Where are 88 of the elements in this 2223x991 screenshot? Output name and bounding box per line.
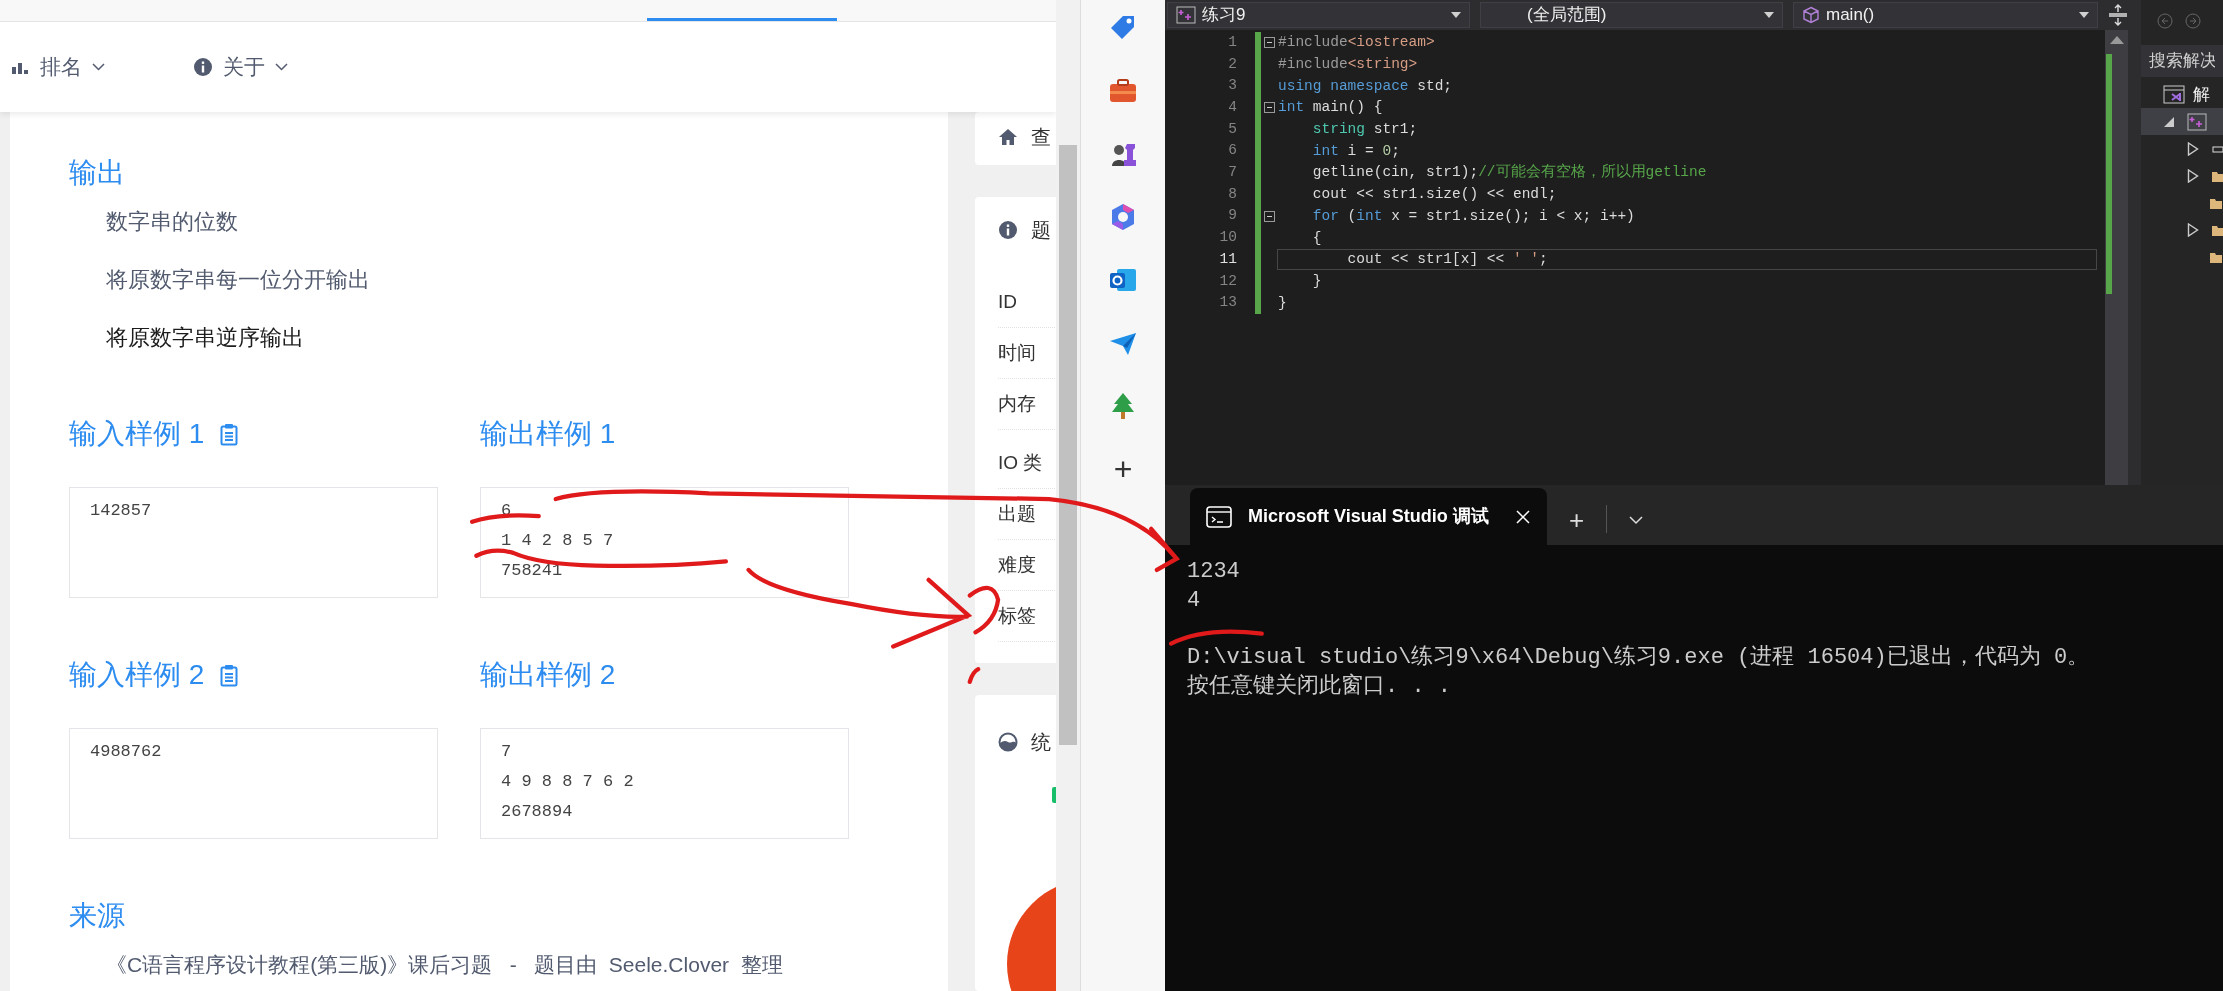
annotation-scribble — [967, 667, 981, 685]
add-button[interactable]: + — [1113, 453, 1133, 485]
sample-heading: 输出样例 1 — [480, 417, 616, 451]
nav-menu-item[interactable]: 排名 — [12, 47, 105, 87]
split-icon[interactable] — [2108, 4, 2128, 26]
line-number: 13 — [1218, 293, 1238, 313]
back-icon[interactable] — [2157, 13, 2173, 29]
code-line: using namespace std; — [1277, 76, 1454, 96]
console-line: D:\visual studio\练习9\x64\Debug\练习9.exe (进程 16504)已退出，代码为 0。 — [1187, 644, 2091, 672]
card-title: 统 — [1031, 730, 1051, 755]
bar-chart-icon — [12, 60, 30, 74]
code-line: string str1; — [1311, 120, 1419, 140]
clipboard-icon[interactable] — [220, 422, 239, 446]
info-icon — [998, 220, 1018, 240]
chevron-down-icon — [275, 63, 288, 71]
code-line: } — [1277, 293, 1288, 313]
card-title: 题 — [1031, 218, 1051, 243]
line-number: 9 — [1227, 206, 1238, 226]
line-number: 12 — [1218, 271, 1238, 291]
sample-output: 7 4 9 8 8 7 6 2 2678894 — [480, 728, 849, 839]
solution-icon — [2163, 85, 2185, 105]
nav-menu-item[interactable]: 关于 — [193, 47, 288, 87]
section-heading: 输出 — [69, 156, 126, 190]
scroll-up-icon[interactable] — [2109, 36, 2124, 44]
collapsed-arrow-icon[interactable] — [2187, 141, 2199, 156]
code-line: getline(cin, str1);//可能会有空格，所以用getline — [1311, 162, 1708, 183]
annotation-scribble — [469, 513, 541, 524]
console-line: 4 — [1187, 587, 1202, 615]
clipboard-icon[interactable] — [220, 663, 239, 687]
project-icon — [2187, 112, 2207, 131]
solution-label: 解 — [2193, 84, 2210, 107]
collapsed-arrow-icon[interactable] — [2187, 222, 2199, 237]
code-line: int main() { — [1277, 98, 1384, 118]
dropdown-arrow-icon[interactable] — [1451, 12, 1461, 18]
sample-heading: 输入样例 2 — [69, 658, 205, 692]
home-icon — [998, 128, 1018, 146]
line-number: 2 — [1227, 54, 1238, 74]
scrollbar-thumb[interactable] — [1059, 145, 1077, 745]
new-tab-button[interactable]: + — [1561, 495, 1593, 545]
dropdown[interactable]: 练习9 — [1167, 2, 1470, 28]
line-number: 10 — [1218, 228, 1238, 248]
tab-title: Microsoft Visual Studio 调试 — [1248, 505, 1490, 528]
line-number: 6 — [1227, 141, 1238, 161]
line-number: 11 — [1218, 249, 1238, 269]
console-line: 按任意键关闭此窗口. . . — [1187, 672, 1452, 701]
card-title: 查 — [1031, 125, 1051, 150]
sample-heading: 输出样例 2 — [480, 658, 616, 692]
project-icon — [1176, 6, 1196, 24]
console-line: 1234 — [1187, 558, 1241, 586]
chart-icon — [998, 732, 1018, 752]
line-number: 5 — [1227, 119, 1238, 139]
expanded-arrow-icon[interactable] — [2163, 115, 2175, 128]
code-line: int i = 0; — [1311, 141, 1401, 161]
output-description-line: 将原数字串逆序输出 — [106, 324, 305, 352]
code-line: cout << str1.size() << endl; — [1311, 185, 1558, 205]
source-text: 《C语言程序设计教程(第三版)》课后习题 - 题目由 Seele.Clover 整理 — [106, 952, 784, 978]
line-number: 3 — [1227, 76, 1238, 96]
dropdown-arrow-icon[interactable] — [2079, 12, 2089, 18]
dropdown[interactable]: (全局范围) — [1480, 2, 1783, 28]
line-number: 7 — [1227, 163, 1238, 183]
code-line: #include<iostream> — [1277, 33, 1436, 53]
output-description-line: 将原数字串每一位分开输出 — [106, 266, 371, 294]
cube-icon — [1802, 6, 1820, 24]
tree-row[interactable] — [2141, 108, 2223, 135]
line-number: 1 — [1227, 32, 1238, 52]
chevron-down-icon — [92, 63, 105, 71]
collapse-icon[interactable] — [1263, 210, 1275, 222]
code-line: } — [1311, 271, 1323, 291]
code-line: for (int x = str1.size(); i < x; i++) — [1311, 206, 1636, 226]
info-icon — [193, 57, 213, 77]
code-line: #include<string> — [1277, 55, 1419, 75]
dropdown[interactable]: main() — [1793, 2, 2098, 28]
forward-icon[interactable] — [2185, 13, 2201, 29]
code-line: { — [1311, 228, 1323, 248]
section-heading: 来源 — [69, 899, 126, 933]
close-icon[interactable] — [1515, 508, 1531, 525]
console-tab[interactable]: Microsoft Visual Studio 调试 — [1190, 488, 1547, 545]
sample-heading: 输入样例 1 — [69, 417, 205, 451]
scrollbar[interactable] — [2105, 30, 2128, 485]
line-number: 8 — [1227, 184, 1238, 204]
collapse-icon[interactable] — [1263, 102, 1275, 114]
collapse-icon[interactable] — [1263, 37, 1275, 49]
line-number: 4 — [1227, 98, 1238, 118]
terminal-icon — [1206, 505, 1232, 528]
dropdown-arrow-icon[interactable] — [1764, 12, 1774, 18]
collapsed-arrow-icon[interactable] — [2187, 168, 2199, 183]
chevron-down-icon — [1629, 515, 1644, 525]
output-description-line: 数字串的位数 — [106, 208, 239, 236]
